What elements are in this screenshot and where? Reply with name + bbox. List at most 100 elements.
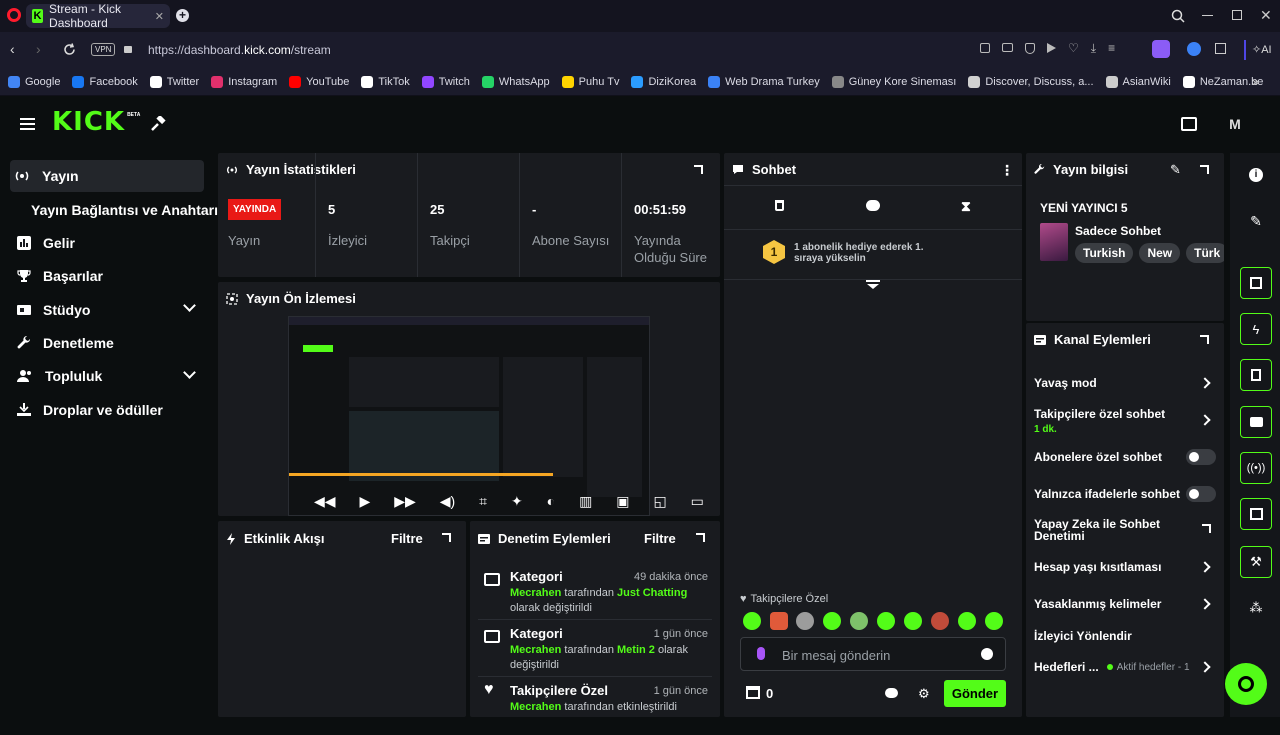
pip-icon[interactable]: ▣ — [616, 493, 629, 510]
chat-more-icon[interactable]: ⋮ — [1000, 162, 1014, 179]
preview-video[interactable] — [288, 316, 650, 516]
fullscreen-icon[interactable]: ▭ — [691, 493, 704, 510]
microphone-icon[interactable] — [757, 647, 765, 660]
sidebar-item-droplar[interactable]: Droplar ve ödüller — [17, 402, 163, 418]
hammer-icon[interactable] — [150, 116, 166, 132]
emote-icon[interactable] — [796, 612, 814, 630]
bookmark-item[interactable]: DiziKorea — [631, 75, 696, 88]
bookmark-item[interactable]: Discover, Discuss, a... — [968, 75, 1094, 88]
send-button[interactable]: Gönder — [944, 680, 1006, 707]
sparkle-icon[interactable]: ✦ — [511, 493, 523, 510]
followers-chat-row[interactable]: Takipçilere özel sohbet 1 dk. — [1034, 407, 1220, 437]
bookmark-item[interactable]: YouTube — [289, 75, 349, 88]
moderation-icon[interactable] — [1240, 498, 1272, 530]
sidebar-item-topluluk[interactable]: Topluluk — [17, 368, 102, 384]
forward-icon[interactable]: › — [36, 41, 41, 57]
sidebar-item-basarilar[interactable]: Başarılar — [17, 268, 103, 284]
external-link-icon[interactable] — [1202, 524, 1211, 533]
maximize-icon[interactable] — [1232, 10, 1242, 20]
new-tab-button[interactable]: + — [176, 9, 189, 22]
studio-icon[interactable] — [1181, 117, 1197, 131]
camera-icon[interactable] — [1002, 43, 1013, 52]
heart-icon[interactable]: ♡ — [1068, 42, 1079, 54]
hamburger-menu-icon[interactable] — [20, 118, 35, 130]
help-chat-button[interactable] — [1225, 663, 1267, 705]
ai-moderation-row[interactable]: Yapay Zeka ile Sohbet Denetimi — [1034, 518, 1184, 542]
reload-icon[interactable] — [63, 43, 76, 56]
expand-icon[interactable] — [696, 533, 705, 542]
sidebar-item-studyo[interactable]: Stüdyo — [17, 302, 90, 318]
hourglass-icon[interactable]: ⧗ — [961, 198, 971, 215]
search-icon[interactable] — [1171, 9, 1185, 23]
sidebar-item-denetleme[interactable]: Denetleme — [17, 335, 114, 351]
emote-icon[interactable] — [823, 612, 841, 630]
mod-user[interactable]: Mecrahen — [510, 701, 561, 713]
crop-icon[interactable]: ⌗ — [479, 493, 487, 510]
tag[interactable]: Türk — [1186, 243, 1224, 263]
stats-icon[interactable]: ▥ — [579, 493, 592, 510]
emote-icon[interactable] — [877, 612, 895, 630]
cast-icon[interactable]: ◱ — [653, 493, 666, 510]
emote-icon[interactable] — [958, 612, 976, 630]
trash-icon[interactable] — [775, 200, 784, 211]
emote-icon[interactable] — [850, 612, 868, 630]
bookmark-item[interactable]: Twitter — [149, 75, 199, 88]
speed-icon[interactable]: ◐ — [547, 493, 555, 509]
sidebar-item-yayin[interactable]: Yayın — [14, 168, 79, 184]
extension-icon[interactable] — [1187, 42, 1201, 56]
emotes-chat-toggle[interactable] — [1186, 486, 1216, 502]
gear-icon[interactable]: ⚙ — [918, 686, 930, 702]
emote-icon[interactable] — [985, 612, 1003, 630]
broadcast-icon[interactable]: ((•)) — [1240, 452, 1272, 484]
pencil-icon[interactable]: ✎ — [1170, 162, 1181, 178]
scroll-down-icon[interactable] — [866, 280, 880, 290]
bookmarks-more-icon[interactable]: » — [1252, 74, 1259, 89]
back-icon[interactable]: ‹ — [10, 41, 15, 57]
bookmark-item[interactable]: Twitch — [421, 75, 470, 88]
download-icon[interactable]: ⤓ — [1091, 42, 1096, 54]
preview-progress[interactable] — [289, 473, 553, 476]
bookmark-item[interactable]: WhatsApp — [481, 75, 550, 88]
category-name[interactable]: Sadece Sohbet — [1075, 224, 1161, 238]
tab-close-icon[interactable]: ✕ — [155, 10, 164, 23]
notes-icon[interactable] — [1240, 359, 1272, 391]
profile-icon[interactable] — [1152, 40, 1170, 58]
chat-input[interactable]: Bir mesaj gönderin — [740, 637, 1006, 671]
goals-row[interactable]: Hedefleri ... Aktif hedefler - 1 — [1034, 660, 1214, 674]
emote-icon[interactable] — [770, 612, 788, 630]
bookmark-item[interactable]: Instagram — [211, 75, 277, 88]
opera-logo-icon[interactable] — [7, 8, 21, 22]
bookmark-item[interactable]: Puhu Tv — [561, 75, 619, 88]
emoji-icon[interactable] — [981, 648, 993, 660]
info-icon[interactable]: i — [1240, 159, 1272, 191]
bookmark-item[interactable]: Google — [8, 75, 60, 88]
bookmark-item[interactable]: TikTok — [361, 75, 410, 88]
expand-icon[interactable] — [1200, 335, 1209, 344]
slow-mode-row[interactable]: Yavaş mod — [1034, 376, 1220, 390]
emote-icon[interactable] — [904, 612, 922, 630]
edit-icon[interactable] — [980, 43, 990, 53]
forward-icon[interactable]: ▶▶ — [394, 493, 416, 510]
moderation-filter-button[interactable]: Filtre — [644, 531, 676, 546]
sidebar-item-gelir[interactable]: Gelir — [17, 235, 75, 251]
chat-settings-bubble-icon[interactable] — [885, 688, 898, 698]
kick-logo[interactable]: KICK BETA — [52, 108, 140, 136]
preview-toggle-icon[interactable] — [1240, 267, 1272, 299]
menu-icon[interactable]: ≡ — [1108, 42, 1115, 54]
tag[interactable]: New — [1139, 243, 1181, 263]
tag[interactable]: Turkish — [1075, 243, 1134, 263]
shield-icon[interactable] — [1025, 43, 1035, 54]
mod-user[interactable]: Mecrahen — [510, 587, 561, 599]
rewind-icon[interactable]: ◀◀ — [314, 493, 336, 510]
mod-target[interactable]: Metin 2 — [617, 644, 655, 656]
sidebar-item-stream-key[interactable]: Yayın Bağlantısı ve Anahtarı — [31, 202, 218, 218]
bookmark-item[interactable]: Web Drama Turkey — [708, 75, 820, 88]
community-icon[interactable]: ⁂ — [1240, 592, 1272, 624]
bookmark-item[interactable]: Güney Kore Sineması — [831, 75, 956, 88]
wrench-icon[interactable]: ⚒ — [1240, 546, 1272, 578]
banned-words-row[interactable]: Yasaklanmış kelimeler — [1034, 597, 1220, 611]
browser-tab[interactable]: K Stream - Kick Dashboard ✕ — [26, 2, 170, 30]
age-restriction-row[interactable]: Hesap yaşı kısıtlaması — [1034, 560, 1220, 574]
close-window-icon[interactable]: ✕ — [1260, 7, 1272, 24]
play-icon[interactable]: ▶ — [360, 493, 371, 510]
